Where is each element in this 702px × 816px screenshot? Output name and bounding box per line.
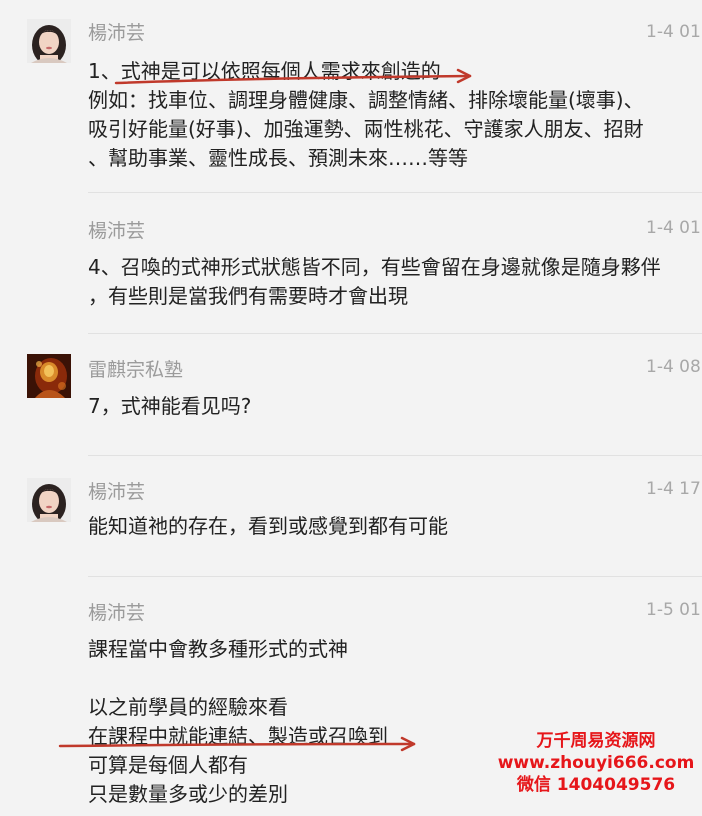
sender-name: 楊沛芸 <box>88 220 146 242</box>
avatar[interactable] <box>27 354 71 398</box>
message-divider <box>88 333 702 334</box>
chat-history-page: 楊沛芸 1-4 01: 1、式神是可以依照每個人需求來創造的 例如：找車位、調理… <box>0 0 702 816</box>
message-line: 、幫助事業、靈性成長、預測未來……等等 <box>88 146 468 170</box>
message-time: 1-5 01: <box>646 600 702 620</box>
message-time: 1-4 01: <box>646 218 702 238</box>
message-time: 1-4 01: <box>646 22 702 42</box>
message-line: ，有些則是當我們有需要時才會出現 <box>88 284 408 308</box>
message-divider <box>88 192 702 193</box>
woman-avatar-icon <box>27 19 71 63</box>
message-line: 吸引好能量(好事)、加強運勢、兩性桃花、守護家人朋友、招財 <box>88 117 644 141</box>
message-line: 1、式神是可以依照每個人需求來創造的 <box>88 59 441 83</box>
sender-name: 楊沛芸 <box>88 602 146 624</box>
message-line: 例如：找車位、調理身體健康、調整情緒、排除壞能量(壞事)、 <box>88 88 644 112</box>
message-line: 以之前學員的經驗來看 <box>88 695 288 719</box>
sender-name: 雷麒宗私塾 <box>88 359 184 381</box>
message-line: 能知道祂的存在，看到或感覺到都有可能 <box>88 514 448 538</box>
watermark-line: 万千周易资源网 <box>536 731 656 751</box>
message-divider <box>88 576 702 577</box>
message-text: 能知道祂的存在，看到或感覺到都有可能 <box>88 512 688 541</box>
message-line: 4、召喚的式神形式狀態皆不同，有些會留在身邊就像是隨身夥伴 <box>88 255 661 279</box>
message-text: 1、式神是可以依照每個人需求來創造的 例如：找車位、調理身體健康、調整情緒、排除… <box>88 57 688 173</box>
message-text: 4、召喚的式神形式狀態皆不同，有些會留在身邊就像是隨身夥伴 ，有些則是當我們有需… <box>88 253 688 311</box>
avatar[interactable] <box>27 478 71 522</box>
message-time: 1-4 17: <box>646 479 702 499</box>
message-text: 7，式神能看见吗? <box>88 392 688 421</box>
message-line: 課程當中會教多種形式的式神 <box>88 637 348 661</box>
message-line: 7，式神能看见吗? <box>88 394 252 418</box>
golden-statue-avatar-icon <box>27 354 71 398</box>
sender-name: 楊沛芸 <box>88 481 146 503</box>
message-time: 1-4 08: <box>646 357 702 377</box>
watermark-line: 微信 1404049576 <box>516 775 676 795</box>
avatar[interactable] <box>27 19 71 63</box>
watermark-line: www.zhouyi666.com <box>497 753 695 773</box>
woman-avatar-icon <box>27 478 71 522</box>
message-divider <box>88 455 702 456</box>
sender-name: 楊沛芸 <box>88 22 146 44</box>
watermark: 万千周易资源网 www.zhouyi666.com 微信 1404049576 <box>496 730 696 796</box>
